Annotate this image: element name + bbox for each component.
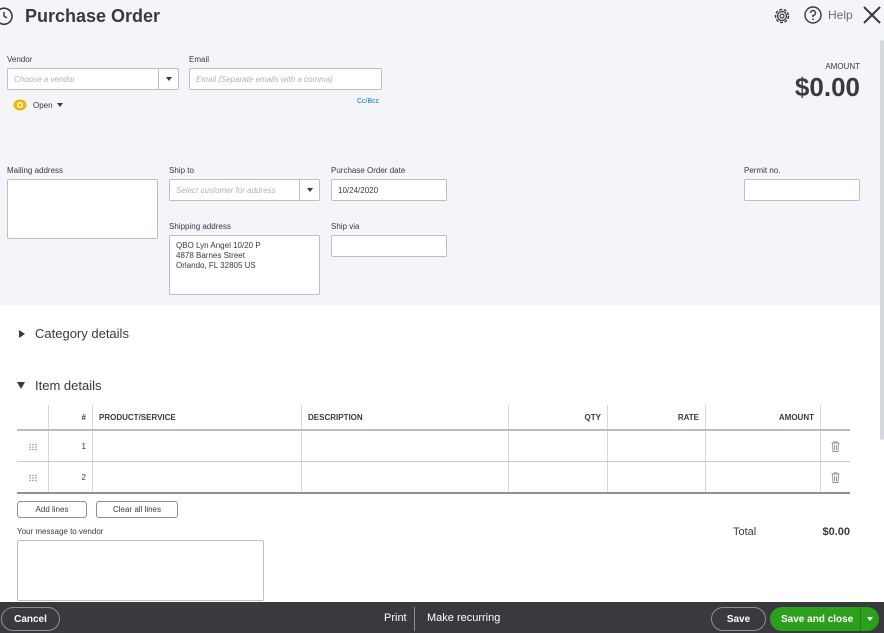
table-cell-description[interactable]	[302, 431, 509, 462]
help-link[interactable]: Help	[828, 8, 853, 22]
column-header-qty: QTY	[509, 405, 608, 430]
column-header-number: #	[49, 405, 93, 430]
item-details-toggle[interactable]: Item details	[17, 378, 101, 393]
close-icon[interactable]	[862, 5, 882, 25]
category-details-toggle[interactable]: Category details	[17, 326, 129, 341]
email-label: Email	[189, 55, 210, 64]
table-cell-description[interactable]	[302, 462, 509, 493]
ship-to-label: Ship to	[169, 166, 194, 175]
mailing-address-label: Mailing address	[7, 166, 64, 175]
column-header-drag	[17, 405, 49, 430]
triangle-right-icon	[19, 329, 25, 338]
total-label: Total	[733, 526, 757, 538]
delete-row-button[interactable]	[821, 462, 850, 493]
total-value: $0.00	[822, 526, 850, 538]
ship-to-select[interactable]: Select customer for address	[169, 179, 320, 201]
table-cell-qty[interactable]	[509, 462, 608, 493]
ship-to-placeholder: Select customer for address	[176, 185, 276, 195]
po-date-value: 10/24/2020	[338, 185, 379, 195]
table-row-number: 2	[49, 462, 93, 493]
amount-value: $0.00	[794, 72, 860, 102]
chevron-down-icon	[165, 77, 172, 81]
trash-icon	[831, 472, 840, 483]
chevron-down-icon	[867, 617, 873, 621]
print-button[interactable]: Print	[384, 612, 407, 624]
save-button[interactable]: Save	[711, 607, 766, 631]
table-cell-amount[interactable]	[706, 431, 821, 462]
triangle-down-icon	[17, 382, 25, 389]
item-details-title: Item details	[35, 378, 102, 393]
eye-icon	[13, 99, 27, 111]
delete-row-button[interactable]	[821, 431, 850, 462]
amount-label: AMOUNT	[825, 62, 860, 71]
table-row-drag-handle[interactable]	[17, 431, 49, 462]
gear-icon[interactable]	[772, 6, 792, 26]
cancel-button[interactable]: Cancel	[1, 607, 60, 631]
column-header-rate: RATE	[608, 405, 706, 430]
vendor-placeholder: Choose a vendor	[14, 74, 75, 84]
history-icon[interactable]	[0, 6, 14, 26]
save-and-close-button[interactable]: Save and close	[770, 607, 879, 631]
clear-all-lines-button[interactable]: Clear all lines	[96, 501, 178, 518]
category-details-title: Category details	[35, 326, 129, 341]
vendor-message-label: Your message to vendor	[17, 527, 104, 536]
chevron-down-icon	[56, 103, 63, 107]
page-title: Purchase Order	[25, 6, 161, 26]
footer-divider	[414, 607, 415, 631]
table-cell-rate[interactable]	[608, 431, 706, 462]
mailing-address-field[interactable]	[7, 179, 158, 239]
chevron-down-icon	[306, 188, 313, 192]
po-date-label: Purchase Order date	[331, 166, 406, 175]
ship-via-label: Ship via	[331, 222, 360, 231]
email-placeholder: Email (Separate emails with a comma)	[196, 74, 333, 84]
table-cell-product[interactable]	[93, 431, 302, 462]
vendor-dropdown-button[interactable]	[158, 69, 178, 89]
shipping-address-line: QBO Lyn Angel 10/20 P	[176, 241, 261, 250]
vendor-message-field[interactable]	[17, 540, 264, 601]
form-header-area	[0, 0, 884, 305]
vendor-select[interactable]: Choose a vendor	[7, 68, 179, 90]
save-and-close-label: Save and close	[781, 613, 854, 625]
shipping-address-line: 4878 Barnes Street	[176, 251, 245, 260]
drag-handle-icon	[28, 443, 37, 450]
table-bottom-border	[17, 492, 850, 494]
drag-handle-icon	[28, 474, 37, 481]
scrollbar[interactable]	[880, 40, 884, 440]
table-row-drag-handle[interactable]	[17, 462, 49, 493]
make-recurring-button[interactable]: Make recurring	[427, 612, 500, 624]
add-lines-button[interactable]: Add lines	[17, 501, 87, 518]
table-cell-rate[interactable]	[608, 462, 706, 493]
po-date-field[interactable]: 10/24/2020	[331, 179, 447, 201]
email-field[interactable]: Email (Separate emails with a comma)	[189, 68, 382, 90]
column-header-description: DESCRIPTION	[302, 405, 509, 430]
table-cell-product[interactable]	[93, 462, 302, 493]
help-icon[interactable]	[804, 6, 822, 24]
table-cell-amount[interactable]	[706, 462, 821, 493]
column-header-product: PRODUCT/SERVICE	[93, 405, 302, 430]
vendor-label: Vendor	[7, 55, 33, 64]
ship-via-field[interactable]	[331, 235, 447, 257]
table-cell-qty[interactable]	[509, 431, 608, 462]
status-label: Open	[33, 100, 53, 110]
shipping-address-label: Shipping address	[169, 222, 231, 231]
save-options-dropdown[interactable]	[861, 617, 879, 621]
column-header-amount: AMOUNT	[706, 405, 821, 430]
table-row-number: 1	[49, 431, 93, 462]
shipping-address-field[interactable]: QBO Lyn Angel 10/20 P 4878 Barnes Street…	[169, 235, 320, 295]
status-dropdown[interactable]: Open	[13, 99, 63, 111]
permit-field[interactable]	[744, 179, 860, 201]
ship-to-dropdown-button[interactable]	[299, 180, 319, 200]
shipping-address-line: Orlando, FL 32805 US	[176, 261, 256, 270]
permit-label: Permit no.	[744, 166, 781, 175]
cc-bcc-link[interactable]: Cc/Bcc	[357, 98, 379, 105]
trash-icon	[831, 441, 840, 452]
